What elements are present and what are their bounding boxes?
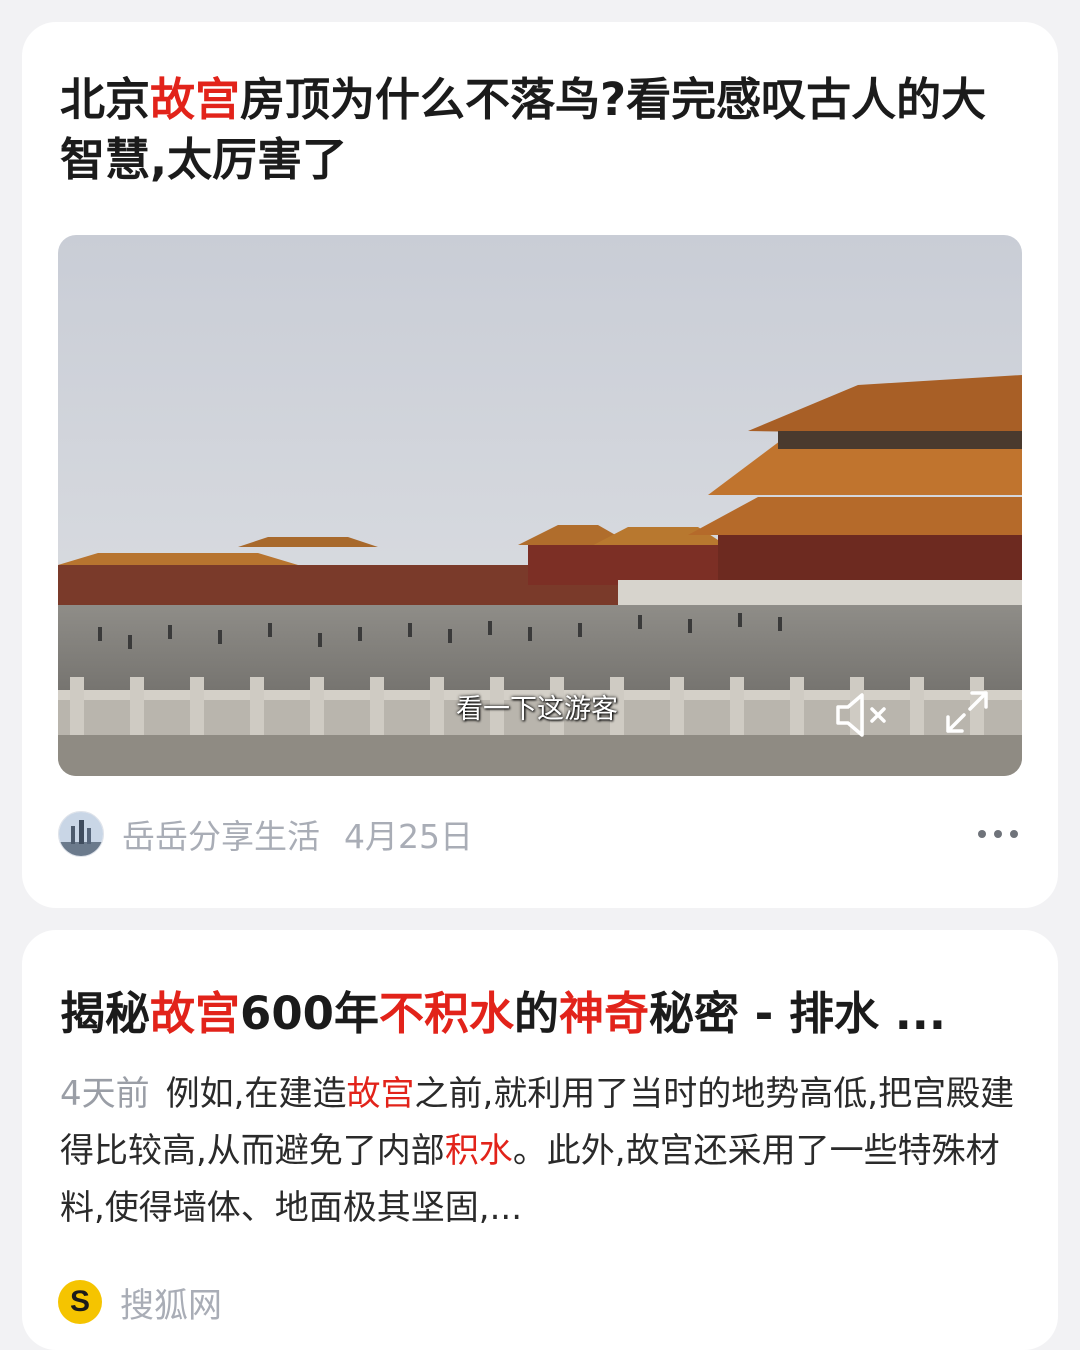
article-card-1[interactable]: 北京故宫房顶为什么不落鸟?看完感叹古人的大智慧,太厉害了 看一下这游客 岳岳分享… bbox=[22, 22, 1058, 908]
article-meta: 岳岳分享生活 4月25日 bbox=[58, 810, 1022, 858]
mute-button[interactable] bbox=[832, 687, 896, 743]
highlighted-keyword: 故宫 bbox=[346, 1074, 415, 1114]
text-segment: 秘密 - 排水 ... bbox=[649, 987, 946, 1040]
article-title[interactable]: 揭秘故宫600年不积水的神奇秘密 - 排水 ... bbox=[60, 984, 1022, 1044]
article-card-2[interactable]: 揭秘故宫600年不积水的神奇秘密 - 排水 ... 4天前 例如,在建造故宫之前,… bbox=[22, 930, 1058, 1350]
highlighted-keyword: 积水 bbox=[444, 1131, 513, 1171]
article-source[interactable]: S 搜狐网 bbox=[58, 1278, 222, 1326]
sohu-logo-icon: S bbox=[58, 1280, 102, 1324]
more-dots-icon bbox=[994, 830, 1002, 838]
article-snippet: 4天前 例如,在建造故宫之前,就利用了当时的地势高低,把宫殿建得比较高,从而避免了… bbox=[60, 1066, 1018, 1237]
source-logo-letter: S bbox=[69, 1285, 90, 1318]
fullscreen-button[interactable] bbox=[942, 687, 992, 737]
more-options-button[interactable] bbox=[978, 820, 1018, 848]
author-avatar[interactable] bbox=[58, 811, 104, 857]
text-segment: 北京 bbox=[60, 73, 151, 126]
more-dots-icon bbox=[1010, 830, 1018, 838]
more-dots-icon bbox=[978, 830, 986, 838]
highlighted-keyword: 故宫 bbox=[150, 987, 241, 1040]
article-title[interactable]: 北京故宫房顶为什么不落鸟?看完感叹古人的大智慧,太厉害了 bbox=[60, 70, 1022, 190]
text-segment: 揭秘 bbox=[60, 987, 151, 1040]
author-name[interactable]: 岳岳分享生活 bbox=[122, 810, 320, 858]
highlighted-keyword: 故宫 bbox=[150, 73, 241, 126]
text-segment: 600年 bbox=[240, 987, 379, 1040]
video-player[interactable]: 看一下这游客 bbox=[58, 235, 1022, 776]
time-ago: 4天前 bbox=[60, 1074, 150, 1114]
text-segment: 的 bbox=[513, 987, 559, 1040]
highlighted-keyword: 不积水 bbox=[378, 987, 514, 1040]
expand-icon bbox=[946, 691, 988, 733]
source-name: 搜狐网 bbox=[120, 1285, 222, 1326]
highlighted-keyword: 神奇 bbox=[559, 987, 650, 1040]
publish-date: 4月25日 bbox=[344, 817, 473, 856]
speaker-muted-icon bbox=[836, 693, 886, 737]
text-segment: 例如,在建造 bbox=[165, 1074, 347, 1114]
video-subtitle: 看一下这游客 bbox=[456, 694, 618, 725]
